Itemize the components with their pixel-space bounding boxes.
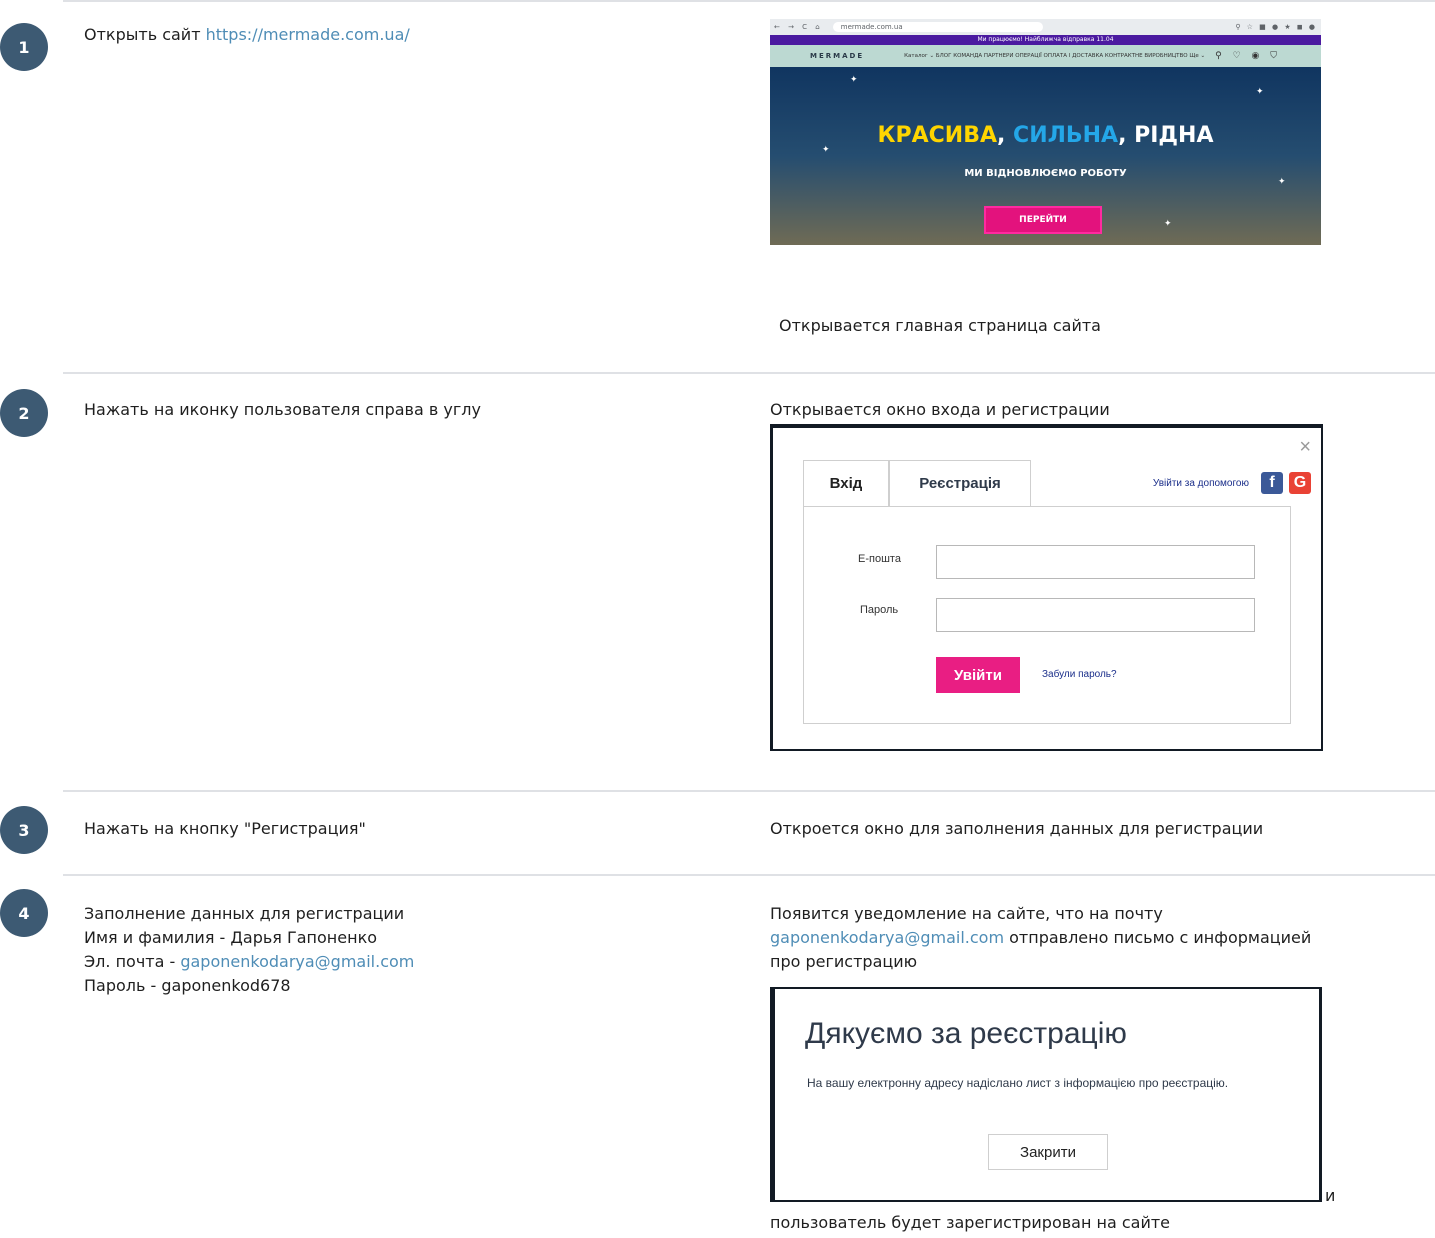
- login-form: Е-пошта Пароль Увійти Забули пароль?: [803, 506, 1291, 724]
- divider: [63, 790, 1435, 792]
- divider: [63, 874, 1435, 876]
- forgot-password-link: Забули пароль?: [1042, 669, 1117, 680]
- site-nav: MERMADE Каталог ⌄ БЛОГ КОМАНДА ПАРТНЕРИ …: [770, 45, 1321, 67]
- step-action: Открыть сайт https://mermade.com.ua/: [84, 23, 410, 47]
- google-icon: G: [1289, 472, 1311, 494]
- close-button: Закрити: [988, 1134, 1108, 1170]
- step-action-line: Заполнение данных для регистрации: [84, 904, 405, 923]
- site-menu: Каталог ⌄ БЛОГ КОМАНДА ПАРТНЕРИ ОПЕРАЦІЇ…: [904, 53, 1206, 59]
- hero-button: ПЕРЕЙТИ: [984, 206, 1102, 234]
- step-result: Открывается главная страница сайта: [779, 316, 1101, 335]
- site-screenshot: ← → C ⌂ mermade.com.ua ⚲ ☆ ■ ● ★ ◼ ● Ми …: [770, 19, 1321, 245]
- social-login-label: Увійти за допомогою: [1152, 477, 1249, 489]
- hero-sep: ,: [1118, 123, 1135, 148]
- browser-extension-icons: ⚲ ☆ ■ ● ★ ◼ ●: [1235, 23, 1317, 31]
- browser-url: mermade.com.ua: [832, 22, 1043, 32]
- step-number-badge: 1: [0, 23, 48, 71]
- hero-word: РІДНА: [1134, 123, 1214, 148]
- hero-subtitle: МИ ВІДНОВЛЮЄМО РОБОТУ: [964, 168, 1127, 179]
- result-line: Появится уведомление на сайте, что на по…: [770, 904, 1163, 923]
- star-icon: ✦: [1164, 219, 1172, 229]
- step-action-text: Открыть сайт: [84, 25, 206, 44]
- star-icon: ✦: [850, 75, 858, 85]
- facebook-icon: f: [1261, 472, 1283, 494]
- password-field: [936, 598, 1255, 632]
- step-number-badge: 2: [0, 389, 48, 437]
- tab-login: Вхід: [803, 460, 889, 506]
- site-link[interactable]: https://mermade.com.ua/: [206, 25, 410, 44]
- step-action: Нажать на иконку пользователя справа в у…: [84, 400, 481, 419]
- step-result: Откроется окно для заполнения данных для…: [770, 819, 1264, 838]
- email-link[interactable]: gaponenkodarya@gmail.com: [770, 928, 1004, 947]
- hero-word: КРАСИВА: [877, 123, 998, 148]
- hero-title: КРАСИВА, СИЛЬНА, РІДНА: [770, 123, 1321, 148]
- step-action: Заполнение данных для регистрации Имя и …: [84, 902, 414, 998]
- step-number-badge: 3: [0, 806, 48, 854]
- result-line: gaponenkodarya@gmail.com отправлено пись…: [770, 926, 1311, 950]
- promo-bar: Ми працюємо! Найближча відправка 11.04: [770, 35, 1321, 45]
- step-action: Нажать на кнопку "Регистрация": [84, 819, 366, 838]
- tab-register: Реєстрація: [889, 460, 1031, 506]
- thanks-text: На вашу електронну адресу надіслано лист…: [807, 1076, 1229, 1090]
- browser-toolbar: ← → C ⌂ mermade.com.ua ⚲ ☆ ■ ● ★ ◼ ●: [770, 19, 1321, 35]
- divider: [63, 0, 1435, 2]
- hero-word: СИЛЬНА: [1013, 123, 1119, 148]
- thanks-dialog-screenshot: Дякуємо за реєстрацію На вашу електронну…: [770, 987, 1322, 1202]
- step-result-final: пользователь будет зарегистрирован на са…: [770, 1213, 1171, 1232]
- step-action-line: Имя и фамилия - Дарья Гапоненко: [84, 928, 378, 947]
- hero-sep: ,: [997, 123, 1014, 148]
- email-link[interactable]: gaponenkodarya@gmail.com: [180, 952, 414, 971]
- close-icon: ×: [1299, 436, 1311, 458]
- email-label: Е-пошта: [858, 553, 901, 565]
- step-result: Открывается окно входа и регистрации: [770, 400, 1110, 419]
- site-nav-icons: ⚲ ♡ ◉ ⛉: [1215, 51, 1281, 61]
- step-action-line: Пароль - gaponenkod678: [84, 976, 291, 995]
- step-action-line: Эл. почта - gaponenkodarya@gmail.com: [84, 950, 414, 974]
- step-result: Появится уведомление на сайте, что на по…: [770, 902, 1311, 974]
- result-line: про регистрацию: [770, 952, 918, 971]
- social-login: Увійти за допомогою f G: [1153, 472, 1311, 494]
- thanks-title: Дякуємо за реєстрацію: [805, 1017, 1127, 1050]
- email-field: [936, 545, 1255, 579]
- hero-banner: ✦ ✦ ✦ ✦ ✦ КРАСИВА, СИЛЬНА, РІДНА МИ ВІДН…: [770, 67, 1321, 245]
- browser-nav-icons: ← → C ⌂: [774, 23, 823, 31]
- result-trail: и: [1325, 1186, 1336, 1205]
- star-icon: ✦: [1256, 87, 1264, 97]
- result-text: отправлено письмо с информацией: [1004, 928, 1312, 947]
- password-label: Пароль: [860, 604, 899, 616]
- step-number-badge: 4: [0, 889, 48, 937]
- site-logo: MERMADE: [810, 52, 865, 60]
- login-modal-screenshot: × Вхід Реєстрація Увійти за допомогою f …: [770, 424, 1323, 751]
- email-prefix: Эл. почта -: [84, 952, 181, 971]
- login-button: Увійти: [936, 657, 1020, 693]
- divider: [63, 372, 1435, 374]
